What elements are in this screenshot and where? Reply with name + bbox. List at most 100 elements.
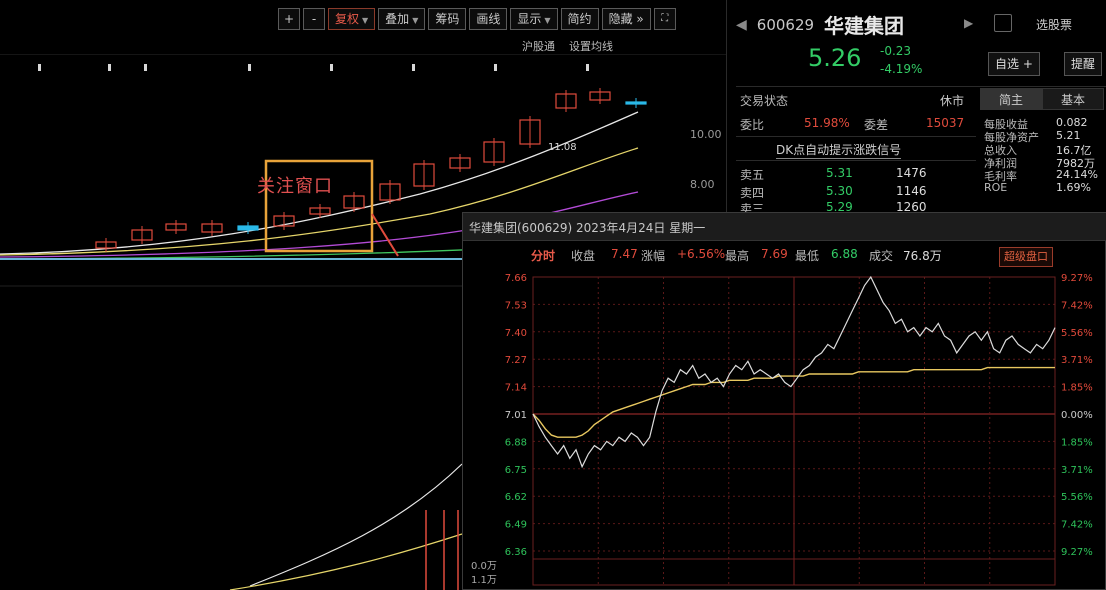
price-tick-label: 6.62 (505, 492, 527, 503)
close-label: 收盘 (571, 249, 596, 263)
fundamentals-list: 每股收益 0.082 每股净资产 5.21 总收入 16.7亿 净利润 7982万 毛利… (980, 116, 1106, 194)
chart-toolbar: + - 复权 ▼ 叠加 ▼ 筹码 画线 显示 ▼ 简约 隐藏 » ⛶ (278, 8, 676, 30)
pct-tick-label: 1.85% (1061, 437, 1093, 448)
popup-header[interactable]: 华建集团(600629) 2023年4月24日 星期一 (463, 213, 1106, 241)
adjust-button[interactable]: 复权 ▼ (328, 8, 376, 30)
super-order-button[interactable]: 超级盘口 (999, 247, 1053, 267)
period-marker (38, 64, 41, 71)
fundamental-value: 1.69% (1056, 181, 1091, 194)
candle (237, 225, 259, 231)
info-icon[interactable] (994, 14, 1012, 32)
price-tick-label: 6.88 (505, 437, 527, 448)
display-label: 显示 (517, 12, 542, 26)
pct-tick-label: 9.27% (1061, 547, 1093, 558)
stock-header: ◀ 600629 华建集团 (736, 10, 904, 39)
weicha-label: 委差 (864, 118, 889, 132)
chg-label: 涨幅 (641, 249, 666, 263)
simple-button[interactable]: 简约 (560, 8, 599, 30)
caret-down-icon: ▼ (412, 16, 419, 25)
divider (736, 160, 976, 161)
pct-tick-label: 3.71% (1061, 355, 1093, 366)
chart-subtoolbar: 沪股通 设置均线 (522, 38, 613, 54)
change-value: -0.23 (880, 44, 912, 58)
indicator-line (249, 463, 463, 587)
period-marker (248, 64, 251, 71)
tab-basic[interactable]: 基本 (1042, 88, 1104, 110)
weibi-value: 51.98% (804, 116, 850, 130)
zoom-in-button[interactable]: + (278, 8, 300, 30)
y-axis-label: 8.00 (690, 178, 715, 191)
stock-code: 600629 (756, 15, 815, 34)
hk-connect-link[interactable]: 沪股通 (522, 38, 555, 54)
next-stock-icon[interactable]: ▶ (964, 16, 973, 30)
tab-brief[interactable]: 简主 (980, 88, 1042, 110)
zoom-out-button[interactable]: - (303, 8, 325, 30)
weibi-label: 委比 (740, 118, 765, 132)
draw-line-button[interactable]: 画线 (469, 8, 508, 30)
fundamental-row: 每股净资产 5.21 (980, 129, 1106, 144)
change-pct: -4.19% (880, 62, 923, 76)
expand-icon[interactable]: ⛶ (653, 8, 676, 30)
overlay-label: 叠加 (385, 12, 410, 26)
trade-status-row: 交易状态 休市 (736, 90, 976, 110)
fundamental-key: ROE (984, 181, 1008, 194)
pct-tick-label: 1.85% (1061, 383, 1093, 394)
hide-button[interactable]: 隐藏 » (601, 8, 651, 30)
focus-window-label: 关注窗口 (257, 176, 333, 197)
volume-axis-label: 1.1万 (471, 575, 497, 586)
trade-status-label: 交易状态 (740, 94, 789, 108)
prev-stock-icon[interactable]: ◀ (736, 17, 747, 33)
weibi-row: 委比 51.98% 委差 15037 (736, 114, 976, 134)
pct-tick-label: 3.71% (1061, 465, 1093, 476)
high-label: 最高 (725, 249, 750, 263)
fundamental-value: 0.082 (1056, 116, 1088, 129)
chips-button[interactable]: 筹码 (428, 8, 467, 30)
price-tick-label: 6.75 (505, 465, 527, 476)
divider (736, 86, 1106, 87)
add-watchlist-button[interactable]: 自选 + (988, 52, 1040, 76)
overlay-button[interactable]: 叠加 ▼ (378, 8, 426, 30)
high-value: 7.69 (761, 247, 788, 261)
period-marker (494, 64, 497, 71)
timeshare-chart: 7.66 9.27% 7.53 7.42% 7.40 5.56% 7.27 3.71% 7.14… (471, 273, 1093, 586)
fundamental-row: 净利润 7982万 (980, 155, 1106, 170)
stock-pick-link[interactable]: 选股票 (1036, 16, 1072, 33)
indicator-line (229, 533, 463, 590)
period-marker (108, 64, 111, 71)
weicha-value: 15037 (926, 116, 965, 130)
pct-tick-label: 7.42% (1061, 300, 1093, 311)
pct-tick-label: 5.56% (1061, 328, 1093, 339)
display-button[interactable]: 显示 ▼ (510, 8, 558, 30)
period-marker (586, 64, 589, 71)
adjust-label: 复权 (335, 12, 360, 26)
pct-tick-label: 5.56% (1061, 492, 1093, 503)
ask-volume: 1476 (896, 166, 927, 180)
high-price-label: 11.08 (548, 142, 577, 153)
ask-price: 5.30 (826, 184, 853, 198)
ma-settings-link[interactable]: 设置均线 (569, 38, 613, 54)
fundamental-value: 24.14% (1056, 168, 1098, 181)
ask-label: 卖五 (740, 168, 765, 182)
low-value: 6.88 (831, 247, 858, 261)
period-marker (412, 64, 415, 71)
dk-signal-link[interactable]: DK点自动提示涨跌信号 (776, 141, 902, 159)
ask-row: 卖五 5.31 1476 (736, 164, 976, 184)
ask-volume: 1146 (896, 184, 927, 198)
fundamental-row: 每股收益 0.082 (980, 116, 1106, 131)
y-axis-label: 10.00 (690, 128, 722, 141)
alert-button[interactable]: 提醒 (1064, 52, 1103, 76)
period-marker (144, 64, 147, 71)
timeshare-popup[interactable]: 华建集团(600629) 2023年4月24日 星期一 分时 收盘 7.47 涨… (462, 212, 1106, 590)
pct-tick-label: 9.27% (1061, 273, 1093, 284)
caret-down-icon: ▼ (544, 16, 551, 25)
fundamental-value: 5.21 (1056, 129, 1081, 142)
price-tick-label: 6.36 (505, 547, 527, 558)
price-tick-label: 7.01 (505, 410, 527, 421)
chg-value: +6.56% (677, 247, 726, 261)
close-value: 7.47 (611, 247, 638, 261)
tab-timeshare[interactable]: 分时 (531, 247, 555, 264)
trade-status-value: 休市 (940, 94, 965, 108)
vol-label: 成交 (869, 249, 894, 263)
price-tick-label: 7.53 (505, 300, 527, 311)
fundamental-row: ROE 1.69% (980, 181, 1106, 194)
